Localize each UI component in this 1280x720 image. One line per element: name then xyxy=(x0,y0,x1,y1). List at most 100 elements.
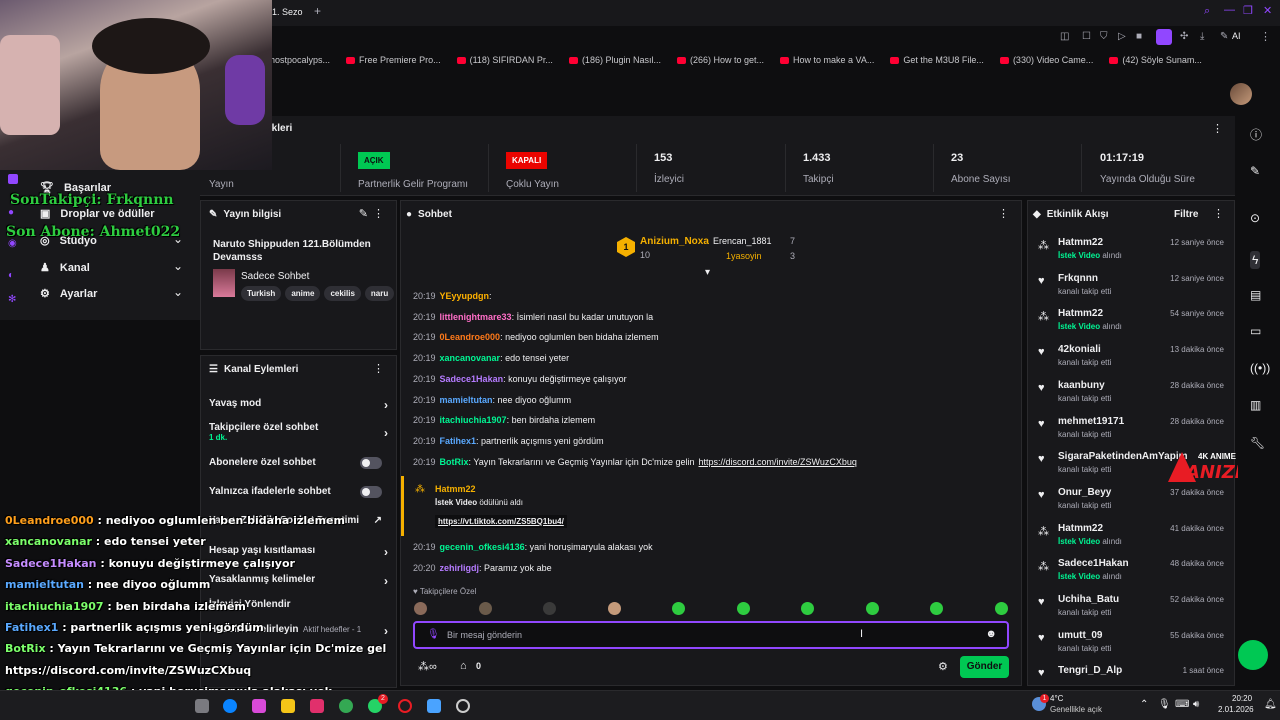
emote-icon[interactable] xyxy=(930,602,943,615)
tag[interactable]: naru xyxy=(364,286,395,301)
activity-item[interactable]: ♥ mehmet19171 kanalı takip etti 28 dakika ö… xyxy=(1038,416,1224,450)
chrome-icon[interactable] xyxy=(339,699,353,713)
subs-only-row[interactable]: Abonelere özel sohbet xyxy=(209,457,388,469)
edge-icon[interactable] xyxy=(223,699,237,713)
support-icon[interactable] xyxy=(1238,640,1268,670)
chat-settings-icon[interactable]: ⚙ xyxy=(938,660,948,673)
category-name[interactable]: Sadece Sohbet xyxy=(241,271,309,282)
chat-input[interactable]: 🎙︎ Bir mesaj gönderin I ☻ xyxy=(413,621,1009,649)
minimize-icon[interactable]: — xyxy=(1224,4,1235,16)
new-tab-icon[interactable]: + xyxy=(314,4,321,18)
bookmark-item[interactable]: Free Premiere Pro... xyxy=(346,55,441,65)
bookmark-item[interactable]: hostpocalyps... xyxy=(270,55,330,65)
banned-words-row[interactable]: Yasaklanmış kelimeler › xyxy=(209,574,388,588)
message-user[interactable]: itachiuchia1907 xyxy=(440,415,507,425)
more-icon[interactable]: ⋮ xyxy=(373,207,384,220)
activity-item[interactable]: ♥ Onur_Beyy kanalı takip etti 37 dakika önc… xyxy=(1038,487,1224,521)
message-user[interactable]: zehirligdj xyxy=(440,563,480,573)
tag[interactable]: anime xyxy=(285,286,321,301)
instagram-icon[interactable] xyxy=(310,699,324,713)
message-user[interactable]: mamieltutan xyxy=(440,395,493,405)
broadcast-icon[interactable]: ((•)) xyxy=(1250,361,1270,375)
language-icon[interactable]: ⌨ xyxy=(1175,699,1189,710)
message-user[interactable]: xancanovanar xyxy=(440,353,501,363)
lightning-icon[interactable]: ϟ xyxy=(1250,251,1261,269)
activity-item[interactable]: ♥ Tengri_D_Alp 1 saat önce xyxy=(1038,665,1224,685)
emote-icon[interactable] xyxy=(543,602,556,615)
download-icon[interactable]: ⤓ xyxy=(1200,31,1204,42)
twitch-icon[interactable] xyxy=(8,174,18,184)
close-icon[interactable]: ✕ xyxy=(1263,4,1272,17)
activity-item[interactable]: ♥ 42koniali kanalı takip etti 13 dakika önc… xyxy=(1038,344,1224,378)
search-icon[interactable]: ⌕ xyxy=(1204,5,1210,18)
layout-icon[interactable]: ▥ xyxy=(1250,398,1261,412)
emote-icon[interactable] xyxy=(801,602,814,615)
maximize-icon[interactable]: ❐ xyxy=(1243,4,1253,17)
nav-drops[interactable]: ▣ Droplar ve ödüller xyxy=(40,207,155,221)
account-age-row[interactable]: Hesap yaşı kısıtlaması › xyxy=(209,545,388,559)
more-icon[interactable]: ⋮ xyxy=(1213,207,1224,220)
nav-channel[interactable]: ♟ Kanal xyxy=(40,261,90,275)
tag[interactable]: Turkish xyxy=(241,286,282,301)
play-icon[interactable]: ▷ xyxy=(1118,31,1126,42)
emote-icon[interactable] xyxy=(736,602,750,615)
reward-link[interactable]: https://vt.tiktok.com/ZS5BQ1bu4/ xyxy=(435,515,567,528)
leader-name[interactable]: Erencan_1881 xyxy=(713,236,772,246)
emote-icon[interactable] xyxy=(672,602,685,615)
leader-name[interactable]: 1yasoyin xyxy=(726,251,762,261)
extension-icon[interactable] xyxy=(1156,29,1172,45)
emote-only-toggle[interactable] xyxy=(360,486,382,498)
message-user[interactable]: YEyyupdgn xyxy=(440,291,490,301)
reward-user[interactable]: Hatmm22 xyxy=(435,484,476,494)
bookmark-icon[interactable]: ☐ xyxy=(1082,31,1091,42)
emote-icon[interactable] xyxy=(478,602,492,615)
obs-icon[interactable] xyxy=(398,699,412,713)
followers-only-row[interactable]: Takipçilere özel sohbet 1 dk. › xyxy=(209,422,388,442)
mic-icon[interactable]: 🎙︎ xyxy=(1158,699,1171,710)
bookmark-item[interactable]: (118) SIFIRDAN Pr... xyxy=(456,55,553,65)
video-icon[interactable]: ◐ xyxy=(8,270,14,281)
activity-item[interactable]: ♥ kaanbuny kanalı takip etti 28 dakika önce xyxy=(1038,380,1224,414)
bookmark-item[interactable]: Get the M3U8 File... xyxy=(890,55,984,65)
pencil-icon[interactable]: ✎ xyxy=(1250,164,1260,178)
activity-item[interactable]: ⁂ Sadece1Hakan İstek Video alındı 48 dakika… xyxy=(1038,558,1224,592)
target-icon[interactable]: ⊙ xyxy=(1250,211,1260,225)
activity-item[interactable]: ♥ Uchiha_Batu kanalı takip etti 52 dakika ö… xyxy=(1038,594,1224,628)
emoji-icon[interactable]: ☻ xyxy=(985,628,997,640)
wrench-icon[interactable]: 🔧︎ xyxy=(1250,436,1265,450)
tag[interactable]: cekilis xyxy=(324,286,361,301)
message-user[interactable]: littlenightmare33 xyxy=(440,312,512,322)
message-user[interactable]: gecenin_ofkesi4136 xyxy=(440,542,525,552)
info-icon[interactable]: ⓘ xyxy=(1250,126,1262,143)
message-user[interactable]: BotRix xyxy=(440,457,469,467)
send-button[interactable]: Gönder xyxy=(960,656,1009,678)
folder-icon[interactable] xyxy=(281,699,295,713)
message-link[interactable]: https://discord.com/invite/ZSWuzCXbuq xyxy=(699,457,857,467)
shop-icon[interactable]: ⌂ xyxy=(460,660,467,672)
volume-icon[interactable]: 🔊︎ xyxy=(1193,699,1199,710)
slow-mode-row[interactable]: Yavaş mod › xyxy=(209,398,388,412)
activity-item[interactable]: ♥ Frkqnnn kanalı takip etti 12 saniye önce xyxy=(1038,273,1224,307)
bookmark-item[interactable]: (186) Plugin Nasıl... xyxy=(568,55,661,65)
emote-icon[interactable] xyxy=(607,602,621,615)
message-user[interactable]: Sadece1Hakan xyxy=(440,374,504,384)
user-avatar[interactable] xyxy=(1230,83,1252,105)
copilot-icon[interactable] xyxy=(252,699,266,713)
bookmark-item[interactable]: How to make a VA... xyxy=(780,55,874,65)
emote-only-row[interactable]: Yalnızca ifadelerle sohbet xyxy=(209,486,388,498)
app-icon[interactable] xyxy=(456,699,470,713)
activity-item[interactable]: ♥ umutt_09 kanalı takip etti 55 dakika önce xyxy=(1038,630,1224,664)
puzzle-icon[interactable]: ✣ xyxy=(1180,31,1188,42)
chat-icon[interactable]: ▭ xyxy=(1250,324,1261,338)
activity-item[interactable]: ⁂ Hatmm22 İstek Video alındı 41 dakika önce xyxy=(1038,523,1224,557)
bell-icon[interactable]: ● xyxy=(8,207,14,218)
mic-icon[interactable]: 🎙︎ xyxy=(427,629,440,640)
explorer-icon[interactable] xyxy=(195,699,209,713)
more-icon[interactable]: ⋮ xyxy=(373,362,384,375)
subs-only-toggle[interactable] xyxy=(360,457,382,469)
shield-icon[interactable]: ⛉ xyxy=(1100,31,1108,42)
emote-icon[interactable] xyxy=(865,602,879,615)
message-user[interactable]: 0Leandroe000 xyxy=(440,332,501,342)
notifications-icon[interactable]: 🔔︎ xyxy=(1264,699,1277,710)
filter-button[interactable]: Filtre xyxy=(1174,209,1198,220)
